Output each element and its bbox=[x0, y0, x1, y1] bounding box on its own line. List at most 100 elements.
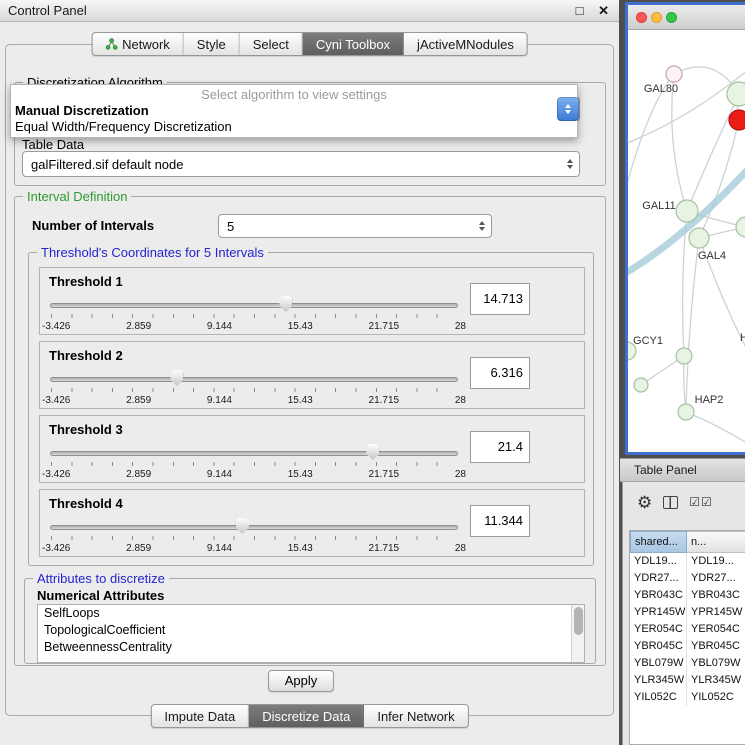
table-row[interactable]: YPR145WYPR145W bbox=[630, 604, 745, 621]
apply-button[interactable]: Apply bbox=[268, 670, 334, 692]
threshold-value-field[interactable]: 14.713 bbox=[470, 283, 530, 315]
column-header-name[interactable]: n... bbox=[687, 531, 745, 553]
table-row[interactable]: YDR27...YDR27... bbox=[630, 570, 745, 587]
dropdown-option[interactable]: Equal Width/Frequency Discretization bbox=[11, 119, 577, 135]
numerical-attributes-list[interactable]: SelfLoopsTopologicalCoefficientBetweenne… bbox=[37, 604, 585, 663]
network-icon bbox=[105, 38, 117, 50]
algorithm-combo-stepper-icon[interactable] bbox=[557, 97, 579, 121]
tab-network[interactable]: Network bbox=[92, 33, 184, 55]
threshold-label: Threshold 3 bbox=[49, 422, 123, 437]
network-canvas[interactable]: GAL80GAL11GAL4GCY1HAP2H bbox=[628, 30, 745, 452]
scale-tick-label: 2.859 bbox=[126, 321, 151, 332]
cell-shared-name: YDL19... bbox=[630, 553, 687, 570]
network-edge[interactable] bbox=[686, 412, 745, 445]
close-traffic-light-icon[interactable] bbox=[636, 12, 647, 23]
network-node[interactable] bbox=[676, 200, 698, 222]
control-panel-window: Control Panel □ ✕ Network StyleSelect Cyni… bbox=[0, 0, 619, 745]
table-row[interactable]: YIL052CYIL052C bbox=[630, 689, 745, 706]
tab-label: Network bbox=[122, 37, 170, 52]
slider-thumb[interactable] bbox=[366, 444, 379, 460]
control-panel-tab-bar: Network StyleSelect Cyni Toolbox jActiveMNo… bbox=[91, 32, 528, 56]
node-label: GAL11 bbox=[642, 200, 675, 212]
slider-ticks bbox=[51, 314, 457, 318]
scale-tick-label: 2.859 bbox=[126, 395, 151, 406]
slider-thumb[interactable] bbox=[279, 296, 292, 312]
tab-discretize-data[interactable]: Discretize Data bbox=[249, 705, 364, 727]
close-window-icon[interactable]: ✕ bbox=[598, 3, 609, 18]
window-controls: □ ✕ bbox=[576, 0, 609, 22]
threshold-label: Threshold 1 bbox=[49, 274, 123, 289]
network-node[interactable] bbox=[678, 404, 694, 420]
network-node[interactable] bbox=[676, 348, 692, 364]
network-node[interactable] bbox=[689, 228, 709, 248]
threshold-slider[interactable]: -3.4262.8599.14415.4321.71528 bbox=[50, 442, 458, 482]
table-row[interactable]: YBL079WYBL079W bbox=[630, 655, 745, 672]
algorithm-placeholder-option[interactable]: Select algorithm to view settings bbox=[11, 86, 577, 103]
float-window-icon[interactable]: □ bbox=[576, 3, 584, 18]
cell-name: YBL079W bbox=[687, 655, 745, 672]
scrollbar-thumb[interactable] bbox=[574, 607, 583, 635]
table-panel-header[interactable]: Table Panel bbox=[620, 458, 745, 482]
network-edge[interactable] bbox=[628, 65, 745, 145]
minimize-traffic-light-icon[interactable] bbox=[651, 12, 662, 23]
gear-icon[interactable]: ⚙ bbox=[637, 494, 652, 511]
threshold-slider[interactable]: -3.4262.8599.14415.4321.71528 bbox=[50, 516, 458, 556]
network-view-window[interactable]: GAL80GAL11GAL4GCY1HAP2H bbox=[625, 2, 745, 455]
selected-node[interactable] bbox=[729, 110, 745, 130]
tab-jactivemnodules[interactable]: jActiveMNodules bbox=[404, 33, 527, 55]
attribute-list-item[interactable]: SelfLoops bbox=[38, 605, 584, 622]
network-window-titlebar[interactable] bbox=[628, 5, 745, 30]
threshold-slider[interactable]: -3.4262.8599.14415.4321.71528 bbox=[50, 368, 458, 408]
tab-select[interactable]: Select bbox=[240, 33, 303, 55]
table-data-label: Table Data bbox=[22, 137, 84, 152]
threshold-value-field[interactable]: 21.4 bbox=[470, 431, 530, 463]
network-node[interactable] bbox=[634, 378, 648, 392]
attribute-list-item[interactable]: TopologicalCoefficient bbox=[38, 622, 584, 639]
scale-tick-label: 28 bbox=[455, 469, 466, 480]
slider-thumb[interactable] bbox=[236, 518, 249, 534]
slider-scale: -3.4262.8599.14415.4321.71528 bbox=[42, 543, 466, 554]
attribute-list-item[interactable]: BetweennessCentrality bbox=[38, 639, 584, 656]
attributes-group-title: Attributes to discretize bbox=[33, 571, 169, 586]
up-arrow-icon bbox=[565, 104, 571, 108]
scale-tick-label: 28 bbox=[455, 395, 466, 406]
control-panel-titlebar[interactable]: Control Panel □ ✕ bbox=[0, 0, 619, 22]
network-node[interactable] bbox=[736, 217, 745, 237]
table-row[interactable]: YLR345WYLR345W bbox=[630, 672, 745, 689]
threshold-value-field[interactable]: 11.344 bbox=[470, 505, 530, 537]
network-node[interactable] bbox=[727, 82, 745, 106]
columns-icon[interactable] bbox=[663, 496, 678, 509]
table-row[interactable]: YBR043CYBR043C bbox=[630, 587, 745, 604]
scale-tick-label: 9.144 bbox=[207, 395, 232, 406]
tab-label: Cyni Toolbox bbox=[316, 37, 390, 52]
network-node[interactable] bbox=[666, 66, 682, 82]
slider-thumb[interactable] bbox=[170, 370, 183, 386]
tab-label: Impute Data bbox=[164, 709, 235, 724]
tab-infer-network[interactable]: Infer Network bbox=[364, 705, 467, 727]
scale-tick-label: 9.144 bbox=[207, 469, 232, 480]
table-row[interactable]: YDL19...YDL19... bbox=[630, 553, 745, 570]
threshold-label: Threshold 2 bbox=[49, 348, 123, 363]
threshold-value-field[interactable]: 6.316 bbox=[470, 357, 530, 389]
cell-shared-name: YBL079W bbox=[630, 655, 687, 672]
table-row[interactable]: YBR045CYBR045C bbox=[630, 638, 745, 655]
tab-impute-data[interactable]: Impute Data bbox=[151, 705, 249, 727]
network-edge[interactable] bbox=[686, 238, 699, 412]
node-label: GAL80 bbox=[644, 83, 678, 95]
select-columns-checkbox-icons[interactable]: ☑☑ bbox=[689, 495, 713, 509]
number-of-intervals-combobox[interactable]: 5 bbox=[218, 214, 492, 238]
threshold-slider[interactable]: -3.4262.8599.14415.4321.71528 bbox=[50, 294, 458, 334]
table-data-combobox[interactable]: galFiltered.sif default node bbox=[22, 151, 580, 177]
scale-tick-label: 28 bbox=[455, 543, 466, 554]
combo-stepper-icon[interactable] bbox=[472, 215, 491, 237]
dropdown-option[interactable]: Manual Discretization bbox=[11, 103, 577, 119]
cell-shared-name: YPR145W bbox=[630, 604, 687, 621]
tab-cyni-toolbox[interactable]: Cyni Toolbox bbox=[303, 33, 404, 55]
tab-style[interactable]: Style bbox=[184, 33, 240, 55]
combo-stepper-icon[interactable] bbox=[560, 152, 579, 176]
list-scrollbar[interactable] bbox=[571, 605, 584, 662]
table-row[interactable]: YER054CYER054C bbox=[630, 621, 745, 638]
cell-name: YIL052C bbox=[687, 689, 745, 706]
column-header-shared-name[interactable]: shared... bbox=[630, 531, 687, 553]
zoom-traffic-light-icon[interactable] bbox=[666, 12, 677, 23]
